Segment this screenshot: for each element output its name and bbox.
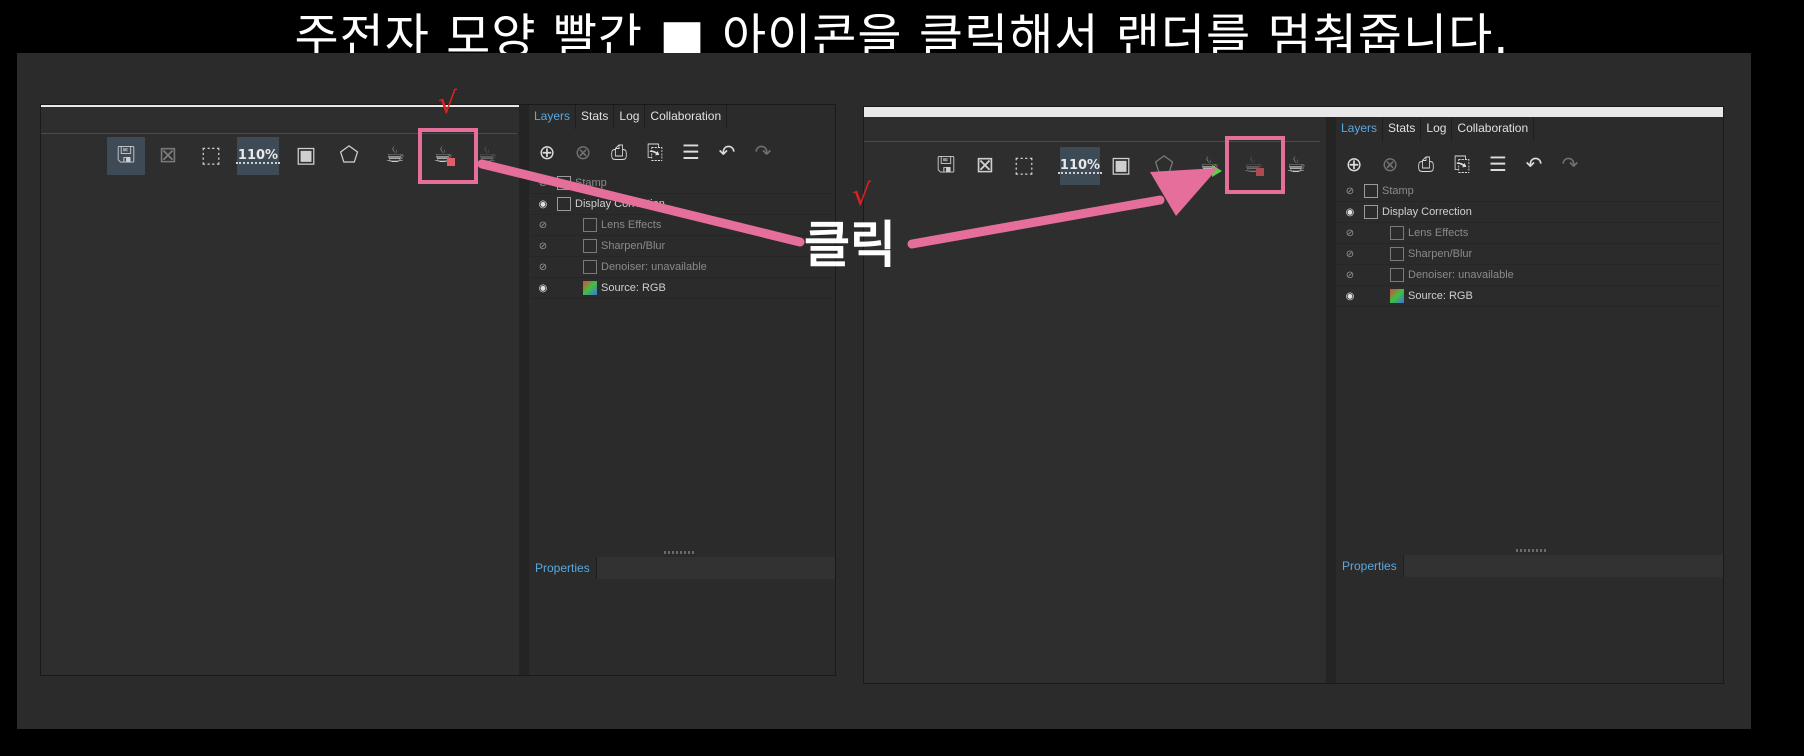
arrow-head xyxy=(1150,168,1218,216)
arrow-line-right xyxy=(907,195,1165,249)
arrow-line-left xyxy=(477,159,805,247)
click-label: 클릭 xyxy=(804,216,896,274)
annotation-arrows xyxy=(477,159,1218,249)
